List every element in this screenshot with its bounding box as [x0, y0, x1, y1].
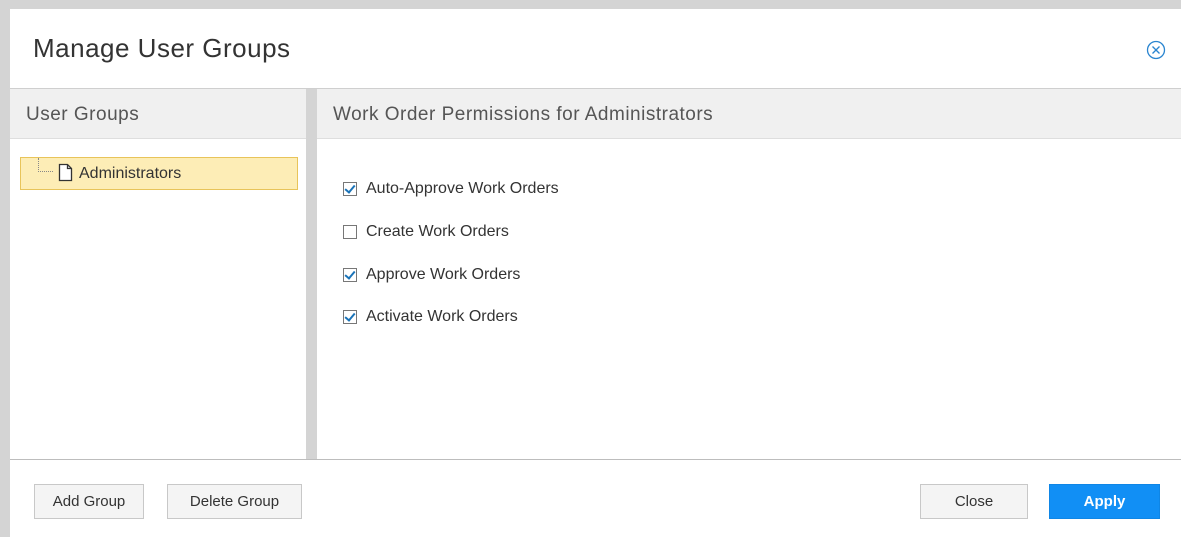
permission-label: Activate Work Orders: [366, 308, 518, 325]
permission-activate[interactable]: Activate Work Orders: [343, 305, 518, 329]
permission-auto-approve[interactable]: Auto-Approve Work Orders: [343, 177, 559, 201]
tree-item-administrators[interactable]: Administrators: [20, 157, 298, 190]
checkbox-activate[interactable]: [343, 310, 357, 324]
add-group-button[interactable]: Add Group: [34, 484, 144, 519]
manage-user-groups-dialog: Manage User Groups User Groups Administr…: [0, 0, 1181, 537]
close-circle-icon[interactable]: [1145, 39, 1167, 61]
user-groups-header: User Groups: [10, 89, 306, 139]
apply-button[interactable]: Apply: [1049, 484, 1160, 519]
title-bar: Manage User Groups: [10, 9, 1181, 89]
dialog-title: Manage User Groups: [33, 33, 291, 63]
user-groups-panel: User Groups Administrators: [10, 89, 306, 459]
permissions-header: Work Order Permissions for Administrator…: [317, 89, 1181, 139]
permission-label: Create Work Orders: [366, 223, 509, 240]
close-button[interactable]: Close: [920, 484, 1028, 519]
panel-splitter[interactable]: [306, 89, 317, 459]
delete-group-button[interactable]: Delete Group: [167, 484, 302, 519]
permission-approve[interactable]: Approve Work Orders: [343, 263, 520, 287]
checkbox-approve[interactable]: [343, 268, 357, 282]
permission-label: Auto-Approve Work Orders: [366, 180, 559, 197]
permissions-panel: Work Order Permissions for Administrator…: [317, 89, 1181, 459]
checkbox-create[interactable]: [343, 225, 357, 239]
checkbox-auto-approve[interactable]: [343, 182, 357, 196]
tree-connector: [38, 158, 53, 172]
permission-create[interactable]: Create Work Orders: [343, 220, 509, 244]
dialog-footer: Add Group Delete Group Close Apply: [10, 459, 1181, 537]
document-icon: [58, 163, 73, 182]
tree-item-label: Administrators: [79, 165, 182, 182]
permission-label: Approve Work Orders: [366, 266, 521, 283]
